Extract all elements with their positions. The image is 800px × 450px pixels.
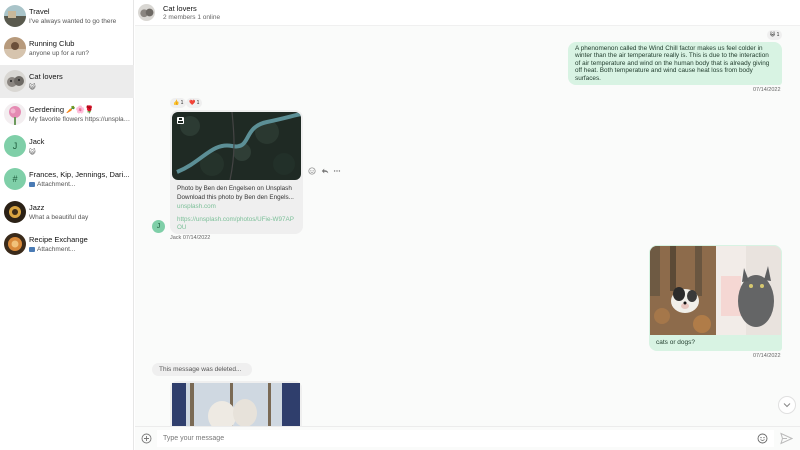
image-icon: [29, 182, 35, 187]
message-bubble-text[interactable]: A phenomenon called the Wind Chill facto…: [568, 42, 782, 85]
link-url[interactable]: https://unsplash.com/photos/UFie-W97APOU: [177, 216, 295, 232]
reaction-heart[interactable]: ❤️ 1: [186, 98, 203, 108]
attachment-label: Attachment...: [37, 246, 76, 253]
link-preview-title: Photo by Ben den Engelsen on Unsplash: [177, 185, 292, 192]
avatar: [4, 70, 26, 92]
link-preview-message[interactable]: Photo by Ben den Engelsen on Unsplash Do…: [170, 110, 303, 234]
chevron-down-icon: [783, 403, 791, 408]
link-preview-image[interactable]: [172, 112, 301, 180]
conversation-name: Jack: [29, 137, 45, 146]
chat-header: Cat lovers 2 members 1 online: [135, 0, 800, 26]
conversation-preview: My favorite flowers https://unsplash.com: [29, 116, 131, 123]
conversation-name: Travel: [29, 7, 50, 16]
reply-icon[interactable]: [321, 167, 333, 179]
conversation-recipe-exchange[interactable]: Recipe Exchange Attachment...: [0, 228, 134, 261]
avatar-letter: J: [4, 135, 26, 157]
message-author: Jack: [170, 235, 182, 241]
image-message[interactable]: cats or dogs?: [649, 245, 782, 351]
conversation-name: Running Club: [29, 39, 75, 48]
conversation-gerdening[interactable]: Gerdening 🥕🌸🌹 My favorite flowers https:…: [0, 98, 134, 131]
conversation-preview: 😺: [29, 84, 36, 91]
message-input[interactable]: [157, 430, 774, 447]
emoji-reaction-icon[interactable]: [308, 167, 320, 179]
send-icon[interactable]: [780, 432, 794, 446]
message-list[interactable]: 😺 1 A phenomenon called the Wind Chill f…: [135, 26, 800, 426]
deleted-message: This message was deleted...: [152, 363, 252, 376]
image-message-partial[interactable]: [170, 381, 302, 426]
message-text: cats or dogs?: [656, 339, 696, 346]
conversation-group[interactable]: # Frances, Kip, Jennings, Dari... Attach…: [0, 163, 134, 196]
conversation-preview: Attachment...: [29, 181, 131, 188]
reaction-badge[interactable]: 😺 1: [767, 30, 783, 40]
avatar: [4, 37, 26, 59]
conversation-name: Recipe Exchange: [29, 235, 88, 244]
attachment-label: Attachment...: [37, 181, 76, 188]
link-preview-description: Download this photo by Ben den Engels...: [177, 194, 294, 201]
conversation-jack[interactable]: J Jack 😺: [0, 130, 134, 163]
avatar: [4, 5, 26, 27]
channel-member-count: 2 members 1 online: [163, 14, 221, 21]
conversation-preview: 😺: [29, 149, 36, 156]
more-options-icon[interactable]: [333, 167, 345, 179]
conversation-running-club[interactable]: Running Club anyone up for a run?: [0, 32, 134, 65]
channel-avatar[interactable]: [138, 4, 155, 21]
message-timestamp: 07/14/2022: [182, 235, 211, 241]
conversation-name: Cat lovers: [29, 72, 63, 81]
unsplash-logo-icon: [177, 117, 184, 124]
link-preview-domain[interactable]: unsplash.com: [177, 203, 216, 210]
conversation-jazz[interactable]: Jazz What a beautiful day: [0, 196, 134, 229]
conversation-preview: anyone up for a run?: [29, 50, 89, 57]
author-avatar[interactable]: J: [152, 220, 165, 233]
conversation-preview: I've always wanted to go there: [29, 18, 117, 25]
add-attachment-icon[interactable]: [141, 433, 153, 445]
conversation-name: Gerdening 🥕🌸🌹: [29, 105, 95, 114]
conversation-cat-lovers[interactable]: Cat lovers 😺: [0, 65, 134, 98]
scroll-to-bottom-button[interactable]: [778, 396, 796, 414]
conversation-travel[interactable]: Travel I've always wanted to go there: [0, 0, 134, 33]
emoji-picker-icon[interactable]: [757, 433, 769, 445]
conversation-name: Frances, Kip, Jennings, Dari...: [29, 170, 130, 179]
dog-photo[interactable]: [650, 246, 716, 335]
message-composer: [135, 426, 800, 450]
reaction-thumbs-up[interactable]: 👍 1: [170, 98, 187, 108]
conversation-preview: Attachment...: [29, 246, 131, 253]
avatar: [4, 201, 26, 223]
image-icon: [29, 247, 35, 252]
avatar-letter: #: [4, 168, 26, 190]
avatar: [4, 103, 26, 125]
conversation-list: Travel I've always wanted to go there Ru…: [0, 0, 134, 450]
cat-photo[interactable]: [716, 246, 781, 335]
conversation-name: Jazz: [29, 203, 45, 212]
message-timestamp: 07/14/2022: [753, 87, 781, 93]
message-timestamp: 07/14/2022: [753, 353, 781, 359]
message-meta: Jack 07/14/2022: [170, 235, 210, 241]
avatar: [4, 233, 26, 255]
channel-title: Cat lovers: [163, 4, 197, 13]
conversation-preview: What a beautiful day: [29, 214, 89, 221]
